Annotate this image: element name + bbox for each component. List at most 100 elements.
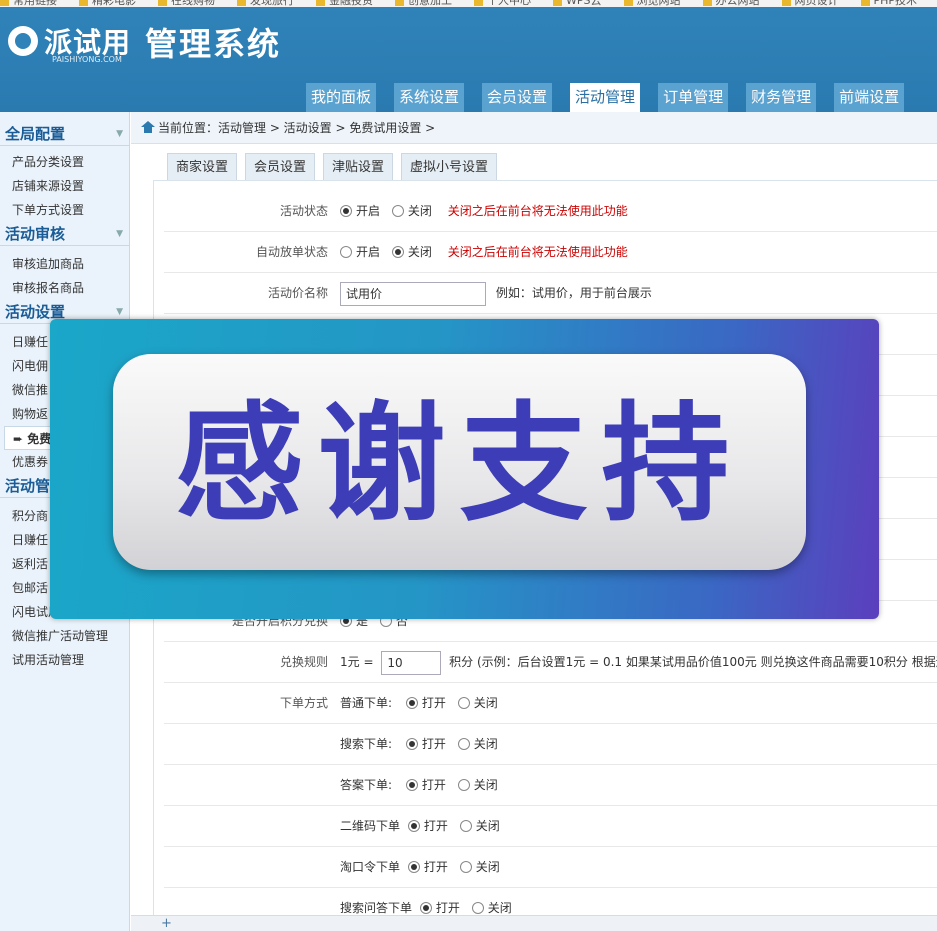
folder-icon (316, 0, 325, 6)
form-row-order-method-search: 搜索下单: 打开 关闭 (164, 724, 937, 765)
sidebar-item-review-signup-goods[interactable]: 审核报名商品 (0, 276, 129, 300)
radio-qrcode-order-on[interactable] (407, 820, 420, 832)
radio-search-qa-order-on[interactable] (419, 902, 432, 914)
bookmark-item[interactable]: PHP技术 (860, 0, 917, 6)
radio-label: 打开 (423, 860, 448, 874)
tab-member-settings[interactable]: 会员设置 (245, 153, 316, 180)
radio-taokouling-order-off[interactable] (459, 861, 472, 873)
nav-tab-order-management[interactable]: 订单管理 (658, 83, 729, 112)
main-nav: 我的面板 系统设置 会员设置 活动管理 订单管理 财务管理 前端设置 (306, 83, 922, 112)
field-label: 兑换规则 (279, 655, 328, 669)
order-method-name: 二维码下单 (340, 819, 401, 833)
field-label: 下单方式 (279, 696, 328, 710)
folder-icon (395, 0, 404, 6)
sidebar-group-global-config[interactable]: 全局配置 ▼ (0, 122, 129, 146)
radio-normal-order-off[interactable] (457, 697, 470, 709)
bookmark-item[interactable]: 在线购物 (158, 0, 215, 6)
bookmark-item[interactable]: 网页设计 (781, 0, 839, 6)
header: 派试用 PAISHIYONG.COM 管理系统 我的面板 系统设置 会员设置 活… (0, 7, 937, 112)
form-row-order-method-answer: 答案下单: 打开 关闭 (164, 765, 937, 806)
folder-icon (0, 0, 9, 6)
bookmark-item[interactable]: 常用链接 (0, 0, 57, 6)
radio-label: 关闭 (475, 860, 500, 874)
bookmark-item[interactable]: 浏览网站 (623, 0, 681, 6)
nav-tab-finance-management[interactable]: 财务管理 (746, 83, 817, 112)
radio-auto-release-off[interactable] (391, 246, 404, 258)
tab-virtual-account-settings[interactable]: 虚拟小号设置 (401, 153, 498, 180)
form-row-auto-release: 自动放单状态 开启 关闭 关闭之后在前台将无法使用此功能 (164, 232, 937, 273)
folder-icon (553, 0, 562, 6)
sidebar-item-review-added-goods[interactable]: 审核追加商品 (0, 252, 129, 276)
tab-merchant-settings[interactable]: 商家设置 (167, 153, 238, 180)
sidebar-item-wechat-promo-mgmt[interactable]: 微信推广活动管理 (0, 624, 129, 648)
sidebar-item-product-category[interactable]: 产品分类设置 (0, 150, 129, 174)
sidebar-item-trial-activity-mgmt[interactable]: 试用活动管理 (0, 648, 129, 672)
bookmark-item[interactable]: 发现旅行 (237, 0, 294, 6)
bookmark-item[interactable]: 金融投资 (316, 0, 373, 6)
breadcrumb-text: 当前位置：活动管理 > 活动设置 > 免费试用设置 > (158, 121, 436, 135)
bottom-toolbar: + (131, 915, 937, 931)
radio-normal-order-on[interactable] (405, 697, 418, 709)
nav-tab-activity-management[interactable]: 活动管理 (570, 83, 641, 112)
radio-label: 关闭 (475, 819, 500, 833)
folder-icon (702, 0, 712, 6)
order-method-name: 搜索问答下单 (340, 901, 413, 915)
nav-tab-dashboard[interactable]: 我的面板 (306, 83, 377, 112)
banner-plate: 感谢支持 (113, 354, 806, 570)
settings-subtabs: 商家设置 会员设置 津贴设置 虚拟小号设置 (167, 153, 505, 180)
radio-search-qa-order-off[interactable] (471, 902, 484, 914)
sidebar-group-title: 全局配置 (5, 125, 66, 143)
price-name-input[interactable]: 试用价 (340, 281, 486, 306)
hint-text: 例如：试用价，用于前台展示 (495, 286, 652, 300)
radio-search-order-off[interactable] (457, 738, 470, 750)
folder-icon (237, 0, 246, 6)
radio-label: 关闭 (487, 901, 512, 915)
bookmark-item[interactable]: 办公网站 (702, 0, 760, 6)
bookmark-item[interactable]: 个人中心 (474, 0, 531, 6)
folder-icon (158, 0, 167, 6)
radio-activity-on[interactable] (340, 205, 352, 217)
bookmark-item[interactable]: WPS云 (553, 0, 602, 6)
banner-text: 感谢支持 (175, 389, 744, 539)
radio-qrcode-order-off[interactable] (459, 820, 472, 832)
radio-auto-release-on[interactable] (340, 246, 352, 258)
chevron-down-icon: ▼ (116, 229, 123, 239)
form-row-price-name: 活动价名称 试用价 例如：试用价，用于前台展示 (164, 273, 937, 314)
sidebar-item-order-method[interactable]: 下单方式设置 (0, 198, 129, 222)
folder-icon (474, 0, 483, 6)
form-row-order-method-normal: 下单方式 普通下单: 打开 关闭 (164, 683, 937, 724)
exchange-points-input[interactable]: 10 (381, 650, 442, 675)
radio-label: 打开 (423, 819, 448, 833)
tab-allowance-settings[interactable]: 津贴设置 (323, 153, 394, 180)
radio-search-order-on[interactable] (405, 738, 418, 750)
nav-tab-member-settings[interactable]: 会员设置 (482, 83, 553, 112)
order-method-name: 答案下单: (340, 778, 393, 792)
nav-tab-system-settings[interactable]: 系统设置 (394, 83, 465, 112)
sidebar-item-shop-source[interactable]: 店铺来源设置 (0, 174, 129, 198)
sidebar-group-activity-review[interactable]: 活动审核 ▼ (0, 222, 129, 246)
plus-icon[interactable]: + (161, 917, 172, 930)
warning-text: 关闭之后在前台将无法使用此功能 (447, 204, 628, 218)
radio-answer-order-on[interactable] (405, 779, 418, 791)
radio-label: 打开 (435, 901, 460, 915)
form-row-order-method-qrcode: 二维码下单 打开 关闭 (164, 806, 937, 847)
radio-label: 关闭 (473, 737, 498, 751)
breadcrumb: 当前位置：活动管理 > 活动设置 > 免费试用设置 > (131, 112, 937, 144)
order-method-name: 普通下单: (340, 696, 393, 710)
radio-label: 开启 (356, 245, 381, 259)
form-row-activity-status: 活动状态 开启 关闭 关闭之后在前台将无法使用此功能 (164, 191, 937, 232)
sidebar-group-title: 活动管 (5, 477, 51, 495)
radio-answer-order-off[interactable] (457, 779, 470, 791)
logo-subtext: PAISHIYONG.COM (52, 55, 122, 64)
radio-activity-off[interactable] (391, 205, 404, 217)
radio-label: 开启 (356, 204, 381, 218)
radio-taokouling-order-on[interactable] (407, 861, 420, 873)
chevron-down-icon: ▼ (116, 129, 123, 139)
nav-tab-frontend-settings[interactable]: 前端设置 (834, 83, 905, 112)
home-icon[interactable] (141, 121, 155, 133)
bookmark-item[interactable]: 精彩电影 (79, 0, 136, 6)
bookmark-item[interactable]: 创意加工 (395, 0, 452, 6)
form-row-order-method-taokouling: 淘口令下单 打开 关闭 (164, 847, 937, 888)
thanks-banner: 感谢支持 (50, 319, 879, 619)
radio-label: 打开 (421, 696, 446, 710)
